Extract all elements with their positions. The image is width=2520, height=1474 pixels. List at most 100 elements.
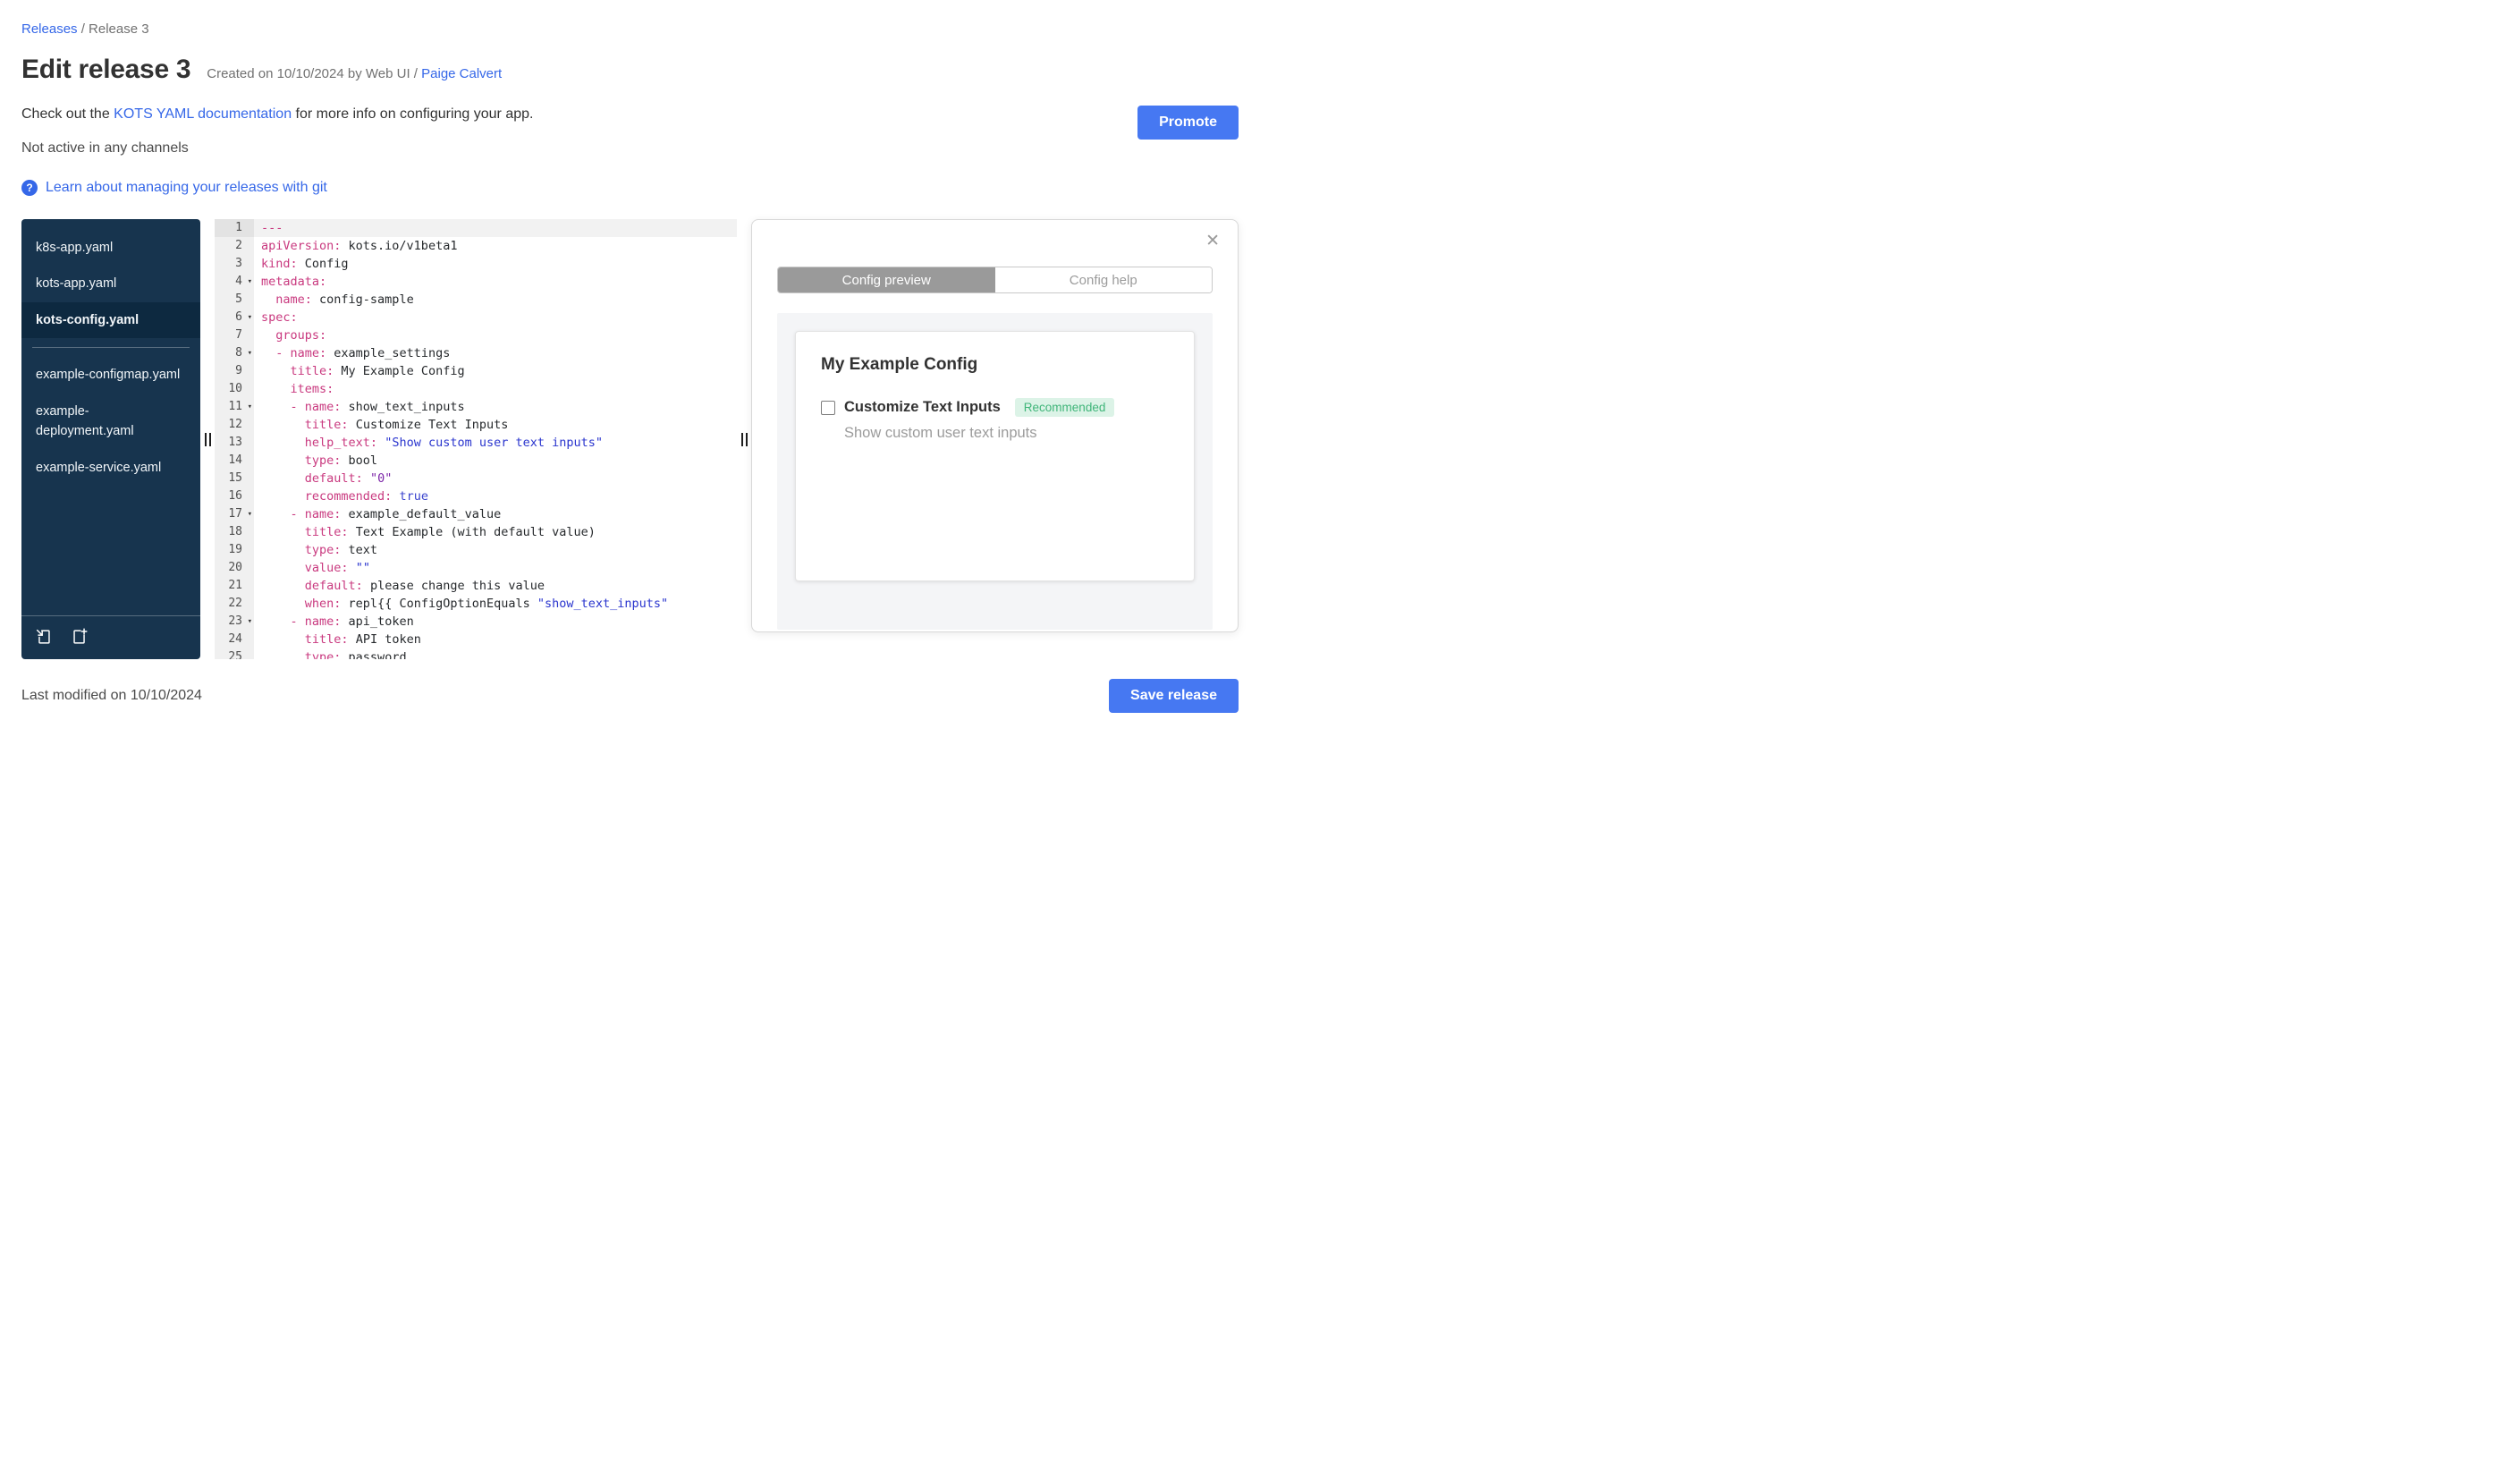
config-group-heading: My Example Config	[821, 355, 978, 374]
code-text[interactable]: when: repl{{ ConfigOptionEquals "show_te…	[254, 595, 737, 613]
code-line: 1 ---	[215, 219, 737, 237]
kots-yaml-doc-link[interactable]: KOTS YAML documentation	[114, 106, 292, 122]
config-option-help-text: Show custom user text inputs	[844, 425, 1037, 441]
code-text[interactable]: name: config-sample	[254, 291, 737, 309]
code-line: 6 ▾ spec:	[215, 309, 737, 326]
drag-handle-icon	[204, 432, 211, 446]
config-option-row: Customize Text Inputs Recommended	[821, 398, 1169, 417]
fold-arrow-icon[interactable]: ▾	[248, 613, 252, 631]
code-line: 25 type: password	[215, 648, 737, 659]
code-text[interactable]: value: ""	[254, 559, 737, 577]
file-item[interactable]: kots-app.yaml	[21, 266, 200, 301]
customize-text-inputs-checkbox[interactable]	[821, 400, 835, 415]
import-file-icon[interactable]	[34, 627, 54, 647]
new-file-icon[interactable]	[70, 627, 89, 647]
recommended-badge: Recommended	[1014, 398, 1115, 417]
line-number: 18	[228, 525, 242, 538]
yaml-code-editor[interactable]: 1 --- 2 apiVersion: kots.io/v1beta1 3 kind: C…	[215, 219, 737, 659]
tab-config-preview[interactable]: Config preview	[778, 267, 995, 292]
close-icon[interactable]: ✕	[1205, 233, 1220, 250]
code-line: 18 title: Text Example (with default val…	[215, 523, 737, 541]
line-number: 24	[228, 632, 242, 646]
code-line: 7 groups:	[215, 326, 737, 344]
code-text[interactable]: spec:	[254, 309, 737, 326]
line-number: 21	[228, 579, 242, 592]
doc-suffix: for more info on configuring your app.	[292, 106, 534, 122]
config-option-label: Customize Text Inputs	[844, 399, 1001, 415]
line-number: 8 ▾	[215, 344, 254, 362]
created-text: Created on 10/10/2024 by Web UI /	[207, 66, 422, 81]
file-item[interactable]: example-configmap.yaml	[21, 357, 200, 393]
code-line: 23 ▾ - name: api_token	[215, 613, 737, 631]
code-text[interactable]: type: password	[254, 648, 737, 659]
fold-arrow-icon[interactable]: ▾	[248, 344, 252, 362]
title-row: Edit release 3 Created on 10/10/2024 by …	[21, 55, 1239, 85]
pane-resize-handle-right[interactable]	[737, 219, 751, 659]
code-text[interactable]: - name: show_text_inputs	[254, 398, 737, 416]
code-line: 14 type: bool	[215, 452, 737, 470]
file-item[interactable]: kots-config.yaml	[21, 301, 200, 339]
code-text[interactable]: title: API token	[254, 631, 737, 648]
code-text[interactable]: items:	[254, 380, 737, 398]
code-text[interactable]: type: bool	[254, 452, 737, 470]
code-line: 20 value: ""	[215, 559, 737, 577]
line-number: 7	[235, 328, 242, 342]
code-text[interactable]: help_text: "Show custom user text inputs…	[254, 434, 737, 452]
line-number: 10	[228, 382, 242, 395]
code-line: 11 ▾ - name: show_text_inputs	[215, 398, 737, 416]
pane-resize-handle-left[interactable]	[200, 219, 215, 659]
code-text[interactable]: default: please change this value	[254, 577, 737, 595]
line-number: 12	[228, 418, 242, 431]
tab-config-help[interactable]: Config help	[994, 267, 1212, 292]
fold-arrow-icon[interactable]: ▾	[248, 309, 252, 326]
code-line: 3 kind: Config	[215, 255, 737, 273]
code-line: 5 name: config-sample	[215, 291, 737, 309]
code-text[interactable]: groups:	[254, 326, 737, 344]
edit-release-page: Releases / Release 3 Edit release 3 Crea…	[0, 0, 1260, 737]
line-number: 4 ▾	[215, 273, 254, 291]
code-text[interactable]: type: text	[254, 541, 737, 559]
code-line: 17 ▾ - name: example_default_value	[215, 505, 737, 523]
code-area: 1 --- 2 apiVersion: kots.io/v1beta1 3 kind: C…	[215, 219, 737, 659]
line-number: 2	[235, 239, 242, 252]
file-item[interactable]: example-deployment.yaml	[21, 394, 200, 450]
code-text[interactable]: title: Text Example (with default value)	[254, 523, 737, 541]
code-line: 15 default: "0"	[215, 470, 737, 487]
code-line: 4 ▾ metadata:	[215, 273, 737, 291]
code-text[interactable]: title: My Example Config	[254, 362, 737, 380]
code-text[interactable]: ---	[254, 219, 737, 237]
footer: Last modified on 10/10/2024 Save release	[21, 679, 1239, 713]
code-text[interactable]: default: "0"	[254, 470, 737, 487]
code-text[interactable]: - name: example_settings	[254, 344, 737, 362]
fold-arrow-icon[interactable]: ▾	[248, 398, 252, 416]
created-info: Created on 10/10/2024 by Web UI / Paige …	[207, 66, 502, 81]
config-preview-panel: ✕ Config preview Config help My Example C…	[751, 219, 1239, 632]
line-number: 25	[228, 650, 242, 659]
breadcrumb-current: / Release 3	[77, 21, 149, 37]
code-text[interactable]: - name: example_default_value	[254, 505, 737, 523]
line-number: 14	[228, 453, 242, 467]
breadcrumb-releases-link[interactable]: Releases	[21, 21, 78, 37]
code-text[interactable]: recommended: true	[254, 487, 737, 505]
fold-arrow-icon[interactable]: ▾	[248, 505, 252, 523]
code-text[interactable]: kind: Config	[254, 255, 737, 273]
save-release-button[interactable]: Save release	[1109, 679, 1239, 713]
line-number: 13	[228, 436, 242, 449]
git-releases-link[interactable]: Learn about managing your releases with …	[46, 180, 327, 196]
code-text[interactable]: - name: api_token	[254, 613, 737, 631]
file-tree-divider	[32, 347, 190, 349]
preview-tabs: Config preview Config help	[777, 267, 1213, 293]
file-item[interactable]: example-service.yaml	[21, 450, 200, 486]
fold-arrow-icon[interactable]: ▾	[248, 273, 252, 291]
created-author-link[interactable]: Paige Calvert	[421, 66, 502, 81]
code-line: 12 title: Customize Text Inputs	[215, 416, 737, 434]
help-question-icon[interactable]: ?	[21, 180, 38, 196]
line-number: 3	[235, 257, 242, 270]
code-text[interactable]: metadata:	[254, 273, 737, 291]
promote-button[interactable]: Promote	[1137, 106, 1239, 140]
file-item[interactable]: k8s-app.yaml	[21, 230, 200, 266]
code-text[interactable]: title: Customize Text Inputs	[254, 416, 737, 434]
code-line: 19 type: text	[215, 541, 737, 559]
code-text[interactable]: apiVersion: kots.io/v1beta1	[254, 237, 737, 255]
code-line: 2 apiVersion: kots.io/v1beta1	[215, 237, 737, 255]
